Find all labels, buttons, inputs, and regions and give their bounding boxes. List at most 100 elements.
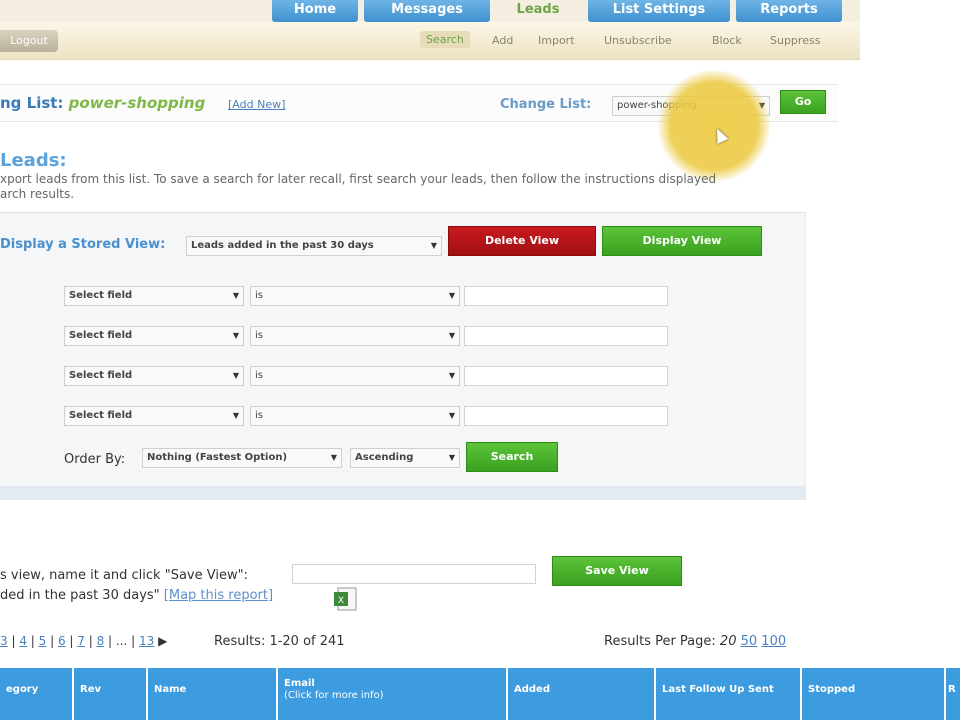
spreadsheet-export-icon[interactable]: X [332,586,360,612]
column-label: egory [6,684,39,695]
chevron-down-icon: ▼ [232,331,239,340]
leads-heading: Leads: [0,150,67,171]
chevron-down-icon: ▼ [448,371,455,380]
list-name: power-shopping [68,94,206,112]
page-link-last[interactable]: 13 [139,634,154,648]
subnav-add[interactable]: Add [492,34,513,47]
order-by-label: Order By: [64,452,126,467]
order-by-select[interactable]: Nothing (Fastest Option) ▼ [142,448,342,468]
column-header-name[interactable]: Name [146,668,276,720]
subnav-search[interactable]: Search [420,31,470,48]
filter-op-value: is [255,370,263,381]
column-label: Last Follow Up Sent [662,684,774,695]
subnav-suppress[interactable]: Suppress [770,34,820,47]
save-view-button[interactable]: Save View [552,556,682,586]
subnav-block[interactable]: Block [712,34,742,47]
current-view-line: ded in the past 30 days" [Map this repor… [0,588,273,603]
column-header-rev[interactable]: Rev [72,668,146,720]
order-by-value: Nothing (Fastest Option) [147,452,288,463]
column-header-last-follow-up[interactable]: Last Follow Up Sent [654,668,800,720]
chevron-down-icon: ▼ [448,291,455,300]
chevron-down-icon: ▼ [430,241,437,250]
filter-field-select-3[interactable]: Select field ▼ [64,366,244,386]
filter-field-select-4[interactable]: Select field ▼ [64,406,244,426]
page-ellipsis: ... [115,634,128,648]
delete-view-button[interactable]: Delete View [448,226,596,256]
page-link[interactable]: 7 [77,634,85,648]
pagination: 3 | 4 | 5 | 6 | 7 | 8 | ... | 13 ▶ [0,634,168,648]
column-label: Name [154,684,187,695]
per-page-label: Results Per Page: [604,634,716,649]
chevron-down-icon: ▼ [232,291,239,300]
logout-button[interactable]: Logout [0,30,58,52]
order-direction-select[interactable]: Ascending ▼ [350,448,460,468]
subnav-import[interactable]: Import [538,34,575,47]
stored-view-value: Leads added in the past 30 days [191,240,374,251]
description-line-1: xport leads from this list. To save a se… [0,172,717,186]
subnav-unsubscribe[interactable]: Unsubscribe [604,34,672,47]
filter-op-value: is [255,290,263,301]
filter-value-input-4[interactable] [464,406,668,426]
column-label: Rev [80,684,102,695]
tab-list-settings[interactable]: List Settings [588,0,730,22]
save-view-instructions: s view, name it and click "Save View": [0,568,248,583]
chevron-down-icon: ▼ [448,331,455,340]
column-header-email[interactable]: Email (Click for more info) [276,668,506,720]
go-button[interactable]: Go [780,90,826,114]
stored-view-select[interactable]: Leads added in the past 30 days ▼ [186,236,442,256]
column-header-stopped[interactable]: Stopped [800,668,944,720]
order-direction-value: Ascending [355,452,414,463]
tab-leads[interactable]: Leads [496,0,580,22]
filter-field-value: Select field [69,290,133,301]
column-header-extra[interactable]: R [944,668,960,720]
map-report-link[interactable]: [Map this report] [164,588,273,603]
filter-op-select-4[interactable]: is ▼ [250,406,460,426]
chevron-down-icon: ▼ [448,453,455,462]
filter-op-value: is [255,410,263,421]
filter-value-input-2[interactable] [464,326,668,346]
filter-op-select-1[interactable]: is ▼ [250,286,460,306]
filter-field-value: Select field [69,330,133,341]
filter-field-value: Select field [69,370,133,381]
column-label: Email [284,678,315,689]
list-label-prefix: ng List: [0,94,69,112]
add-new-link[interactable]: [Add New] [228,98,285,111]
filter-op-select-3[interactable]: is ▼ [250,366,460,386]
next-page-icon[interactable]: ▶ [158,634,167,648]
filter-field-select-1[interactable]: Select field ▼ [64,286,244,306]
filter-value-input-3[interactable] [464,366,668,386]
svg-text:X: X [338,596,344,606]
list-title: ng List: power-shopping [0,94,205,112]
column-label: Stopped [808,684,856,695]
per-page-option-100[interactable]: 100 [761,634,786,649]
save-view-name-input[interactable] [292,564,536,584]
page-link[interactable]: 5 [39,634,47,648]
chevron-down-icon: ▼ [232,371,239,380]
column-sublabel: (Click for more info) [284,690,384,701]
chevron-down-icon: ▼ [232,411,239,420]
stored-view-label: Display a Stored View: [0,237,166,252]
results-count: Results: 1-20 of 241 [214,634,345,649]
tab-home[interactable]: Home [272,0,358,22]
column-label: Added [514,684,550,695]
search-button[interactable]: Search [466,442,558,472]
column-header-category[interactable]: egory [0,668,72,720]
display-view-button[interactable]: Display View [602,226,762,256]
per-page-option-50[interactable]: 50 [741,634,758,649]
filter-op-select-2[interactable]: is ▼ [250,326,460,346]
filter-value-input-1[interactable] [464,286,668,306]
filter-field-select-2[interactable]: Select field ▼ [64,326,244,346]
page-link[interactable]: 3 [0,634,8,648]
page-link[interactable]: 8 [97,634,105,648]
column-header-added[interactable]: Added [506,668,654,720]
page-link[interactable]: 4 [19,634,27,648]
search-panel-footer [0,486,806,500]
chevron-down-icon: ▼ [330,453,337,462]
current-view-text: ded in the past 30 days" [0,588,160,603]
page-link[interactable]: 6 [58,634,66,648]
filter-op-value: is [255,330,263,341]
tab-messages[interactable]: Messages [364,0,490,22]
column-label: R [948,684,956,695]
leads-description: xport leads from this list. To save a se… [0,172,840,202]
tab-reports[interactable]: Reports [736,0,842,22]
